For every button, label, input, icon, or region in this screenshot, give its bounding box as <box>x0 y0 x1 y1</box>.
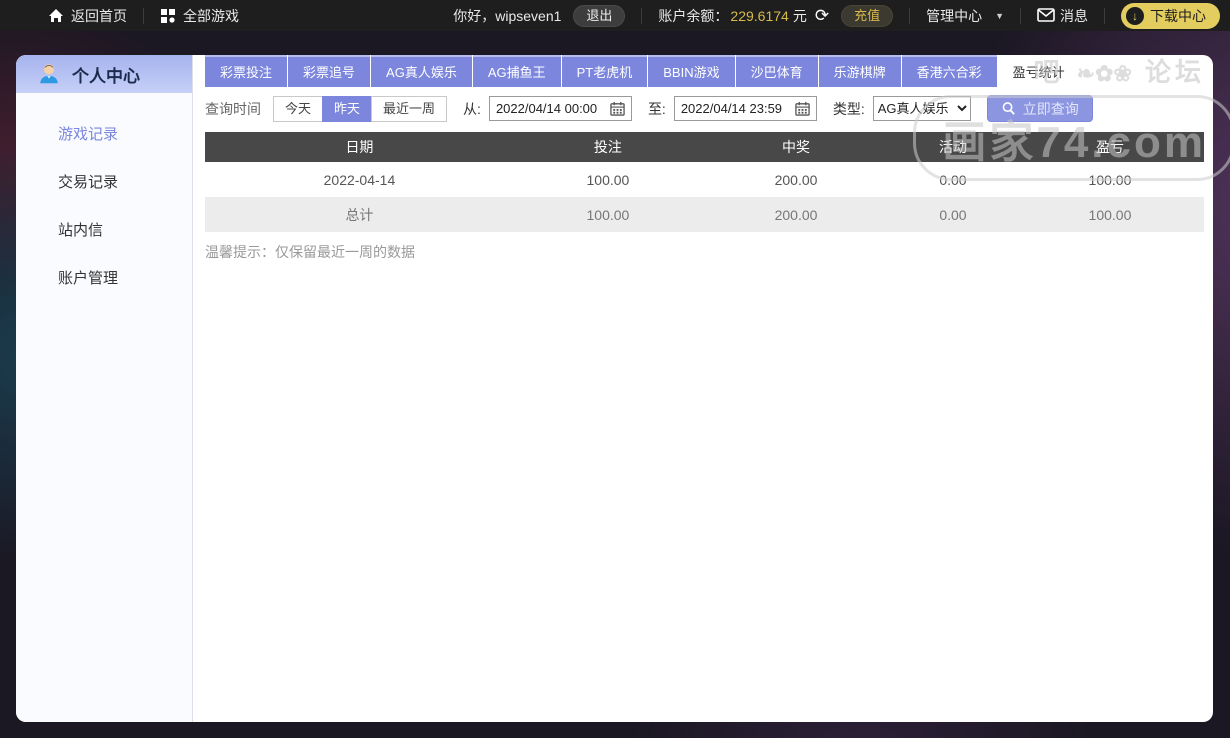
recharge-button[interactable]: 充值 <box>841 4 894 27</box>
table-header-cell: 盈亏 <box>1015 132 1204 162</box>
table-total-row: 总计 100.00 200.00 0.00 100.00 <box>205 197 1204 232</box>
sidebar-item[interactable]: 交易记录 <box>16 159 192 207</box>
tab[interactable]: 彩票追号 <box>288 55 371 87</box>
query-time-label: 查询时间 <box>205 100 261 117</box>
home-link[interactable]: 返回首页 <box>48 6 127 26</box>
sidebar: 个人中心 游戏记录 交易记录 站内信 账户管理 <box>16 55 193 722</box>
grid-icon <box>160 8 176 24</box>
divider <box>909 7 911 24</box>
table-cell: 100.00 <box>513 197 702 232</box>
sidebar-menu: 游戏记录 交易记录 站内信 账户管理 <box>16 93 192 303</box>
messages-link[interactable]: 消息 <box>1037 6 1088 26</box>
main-panel: 个人中心 游戏记录 交易记录 站内信 账户管理 彩票投注 彩票追号 AG真人娱乐 AG捕鱼王… <box>16 55 1230 722</box>
table-header-cell: 活动 <box>890 132 1016 162</box>
search-icon <box>1001 101 1016 116</box>
search-button-label: 立即查询 <box>1022 100 1079 117</box>
quick-range-button[interactable]: 昨天 <box>322 95 373 122</box>
table-cell: 200.00 <box>701 197 891 232</box>
table-cell: 0.00 <box>890 197 1016 232</box>
type-label: 类型: <box>832 100 865 117</box>
to-date-box <box>673 96 817 121</box>
from-label: 从: <box>463 100 481 117</box>
table-cell: 100.00 <box>513 162 702 197</box>
filter-bar: 查询时间 今天昨天最近一周 从: 至: <box>205 95 1204 122</box>
download-center-button[interactable]: ↓ 下载中心 <box>1121 2 1220 29</box>
table-header-cell: 日期 <box>205 132 514 162</box>
table-cell: 0.00 <box>890 162 1016 197</box>
home-label: 返回首页 <box>71 7 127 24</box>
table-cell: 总计 <box>205 197 514 232</box>
admin-center-label: 管理中心 <box>926 7 983 24</box>
sidebar-header: 个人中心 <box>16 55 192 93</box>
calendar-icon[interactable] <box>795 101 810 116</box>
calendar-icon[interactable] <box>610 101 625 116</box>
to-date-input[interactable] <box>680 101 787 116</box>
tab[interactable]: AG真人娱乐 <box>371 55 472 87</box>
tab[interactable]: PT老虎机 <box>561 55 648 87</box>
table-cell: 2022-04-14 <box>205 162 514 197</box>
quick-range-button[interactable]: 最近一周 <box>371 95 448 122</box>
type-select[interactable]: AG真人娱乐 <box>872 96 971 121</box>
table-cell: 200.00 <box>701 162 891 197</box>
tab[interactable]: 彩票投注 <box>205 55 288 87</box>
table-row: 2022-04-14 100.00 200.00 0.00 100.00 <box>205 162 1204 197</box>
from-date-box <box>488 96 632 121</box>
sidebar-item[interactable]: 游戏记录 <box>16 111 192 159</box>
balance-label: 账户余额： <box>658 7 729 24</box>
profit-loss-table: 日期 投注 中奖 活动 盈亏 2022-04-14 100.00 200.00 0.00 100… <box>205 132 1204 232</box>
divider <box>1104 7 1105 24</box>
topbar: 返回首页 全部游戏 你好，wipseven1 退出 账户余额： 229.6174… <box>0 0 1230 31</box>
all-games-label: 全部游戏 <box>183 7 239 24</box>
download-center-label: 下载中心 <box>1150 7 1206 24</box>
download-icon: ↓ <box>1126 6 1144 25</box>
table-cell: 100.00 <box>1015 162 1204 197</box>
divider <box>1020 7 1021 24</box>
tip-text: 温馨提示：仅保留最近一周的数据 <box>205 244 415 260</box>
sidebar-item[interactable]: 站内信 <box>16 207 192 255</box>
admin-center-menu[interactable]: 管理中心 ▼ <box>926 6 1004 26</box>
sidebar-title: 个人中心 <box>72 66 140 86</box>
to-label: 至: <box>647 100 666 117</box>
table-header-cell: 投注 <box>513 132 702 162</box>
search-button[interactable]: 立即查询 <box>986 95 1093 122</box>
tab[interactable]: AG捕鱼王 <box>472 55 561 87</box>
logout-button[interactable]: 退出 <box>573 4 626 27</box>
balance-value: 229.6174 <box>730 7 789 24</box>
table-header-cell: 中奖 <box>701 132 891 162</box>
messages-label: 消息 <box>1060 7 1088 24</box>
table-cell: 100.00 <box>1015 197 1204 232</box>
tab[interactable]: 乐游棋牌 <box>818 55 901 87</box>
main-content: 彩票投注 彩票追号 AG真人娱乐 AG捕鱼王 PT老虎机 BBIN游戏 沙巴体育 乐游棋牌 香港… <box>193 55 1230 722</box>
greeting-text: 你好，wipseven1 <box>453 7 562 24</box>
from-date-input[interactable] <box>495 101 602 116</box>
chevron-down-icon: ▼ <box>995 10 1004 21</box>
avatar <box>36 61 62 87</box>
quick-range-group: 今天 昨天 最近一周 <box>273 95 448 122</box>
tab[interactable]: BBIN游戏 <box>648 55 735 87</box>
sidebar-item[interactable]: 账户管理 <box>16 255 192 303</box>
all-games-link[interactable]: 全部游戏 <box>160 6 239 26</box>
balance-unit: 元 <box>792 7 807 24</box>
tab-bar: 彩票投注 彩票追号 AG真人娱乐 AG捕鱼王 PT老虎机 BBIN游戏 沙巴体育 乐游棋牌 香港… <box>205 55 1204 87</box>
refresh-icon[interactable]: ⟳ <box>815 7 829 24</box>
tab[interactable]: 盈亏统计 <box>997 55 1080 87</box>
divider <box>143 7 144 24</box>
table-header-row: 日期 投注 中奖 活动 盈亏 <box>205 132 1204 162</box>
tab[interactable]: 香港六合彩 <box>901 55 997 87</box>
quick-range-button[interactable]: 今天 <box>273 95 324 122</box>
home-icon <box>48 8 64 24</box>
tab[interactable]: 沙巴体育 <box>735 55 818 87</box>
mail-icon <box>1037 7 1055 24</box>
divider <box>641 7 643 24</box>
